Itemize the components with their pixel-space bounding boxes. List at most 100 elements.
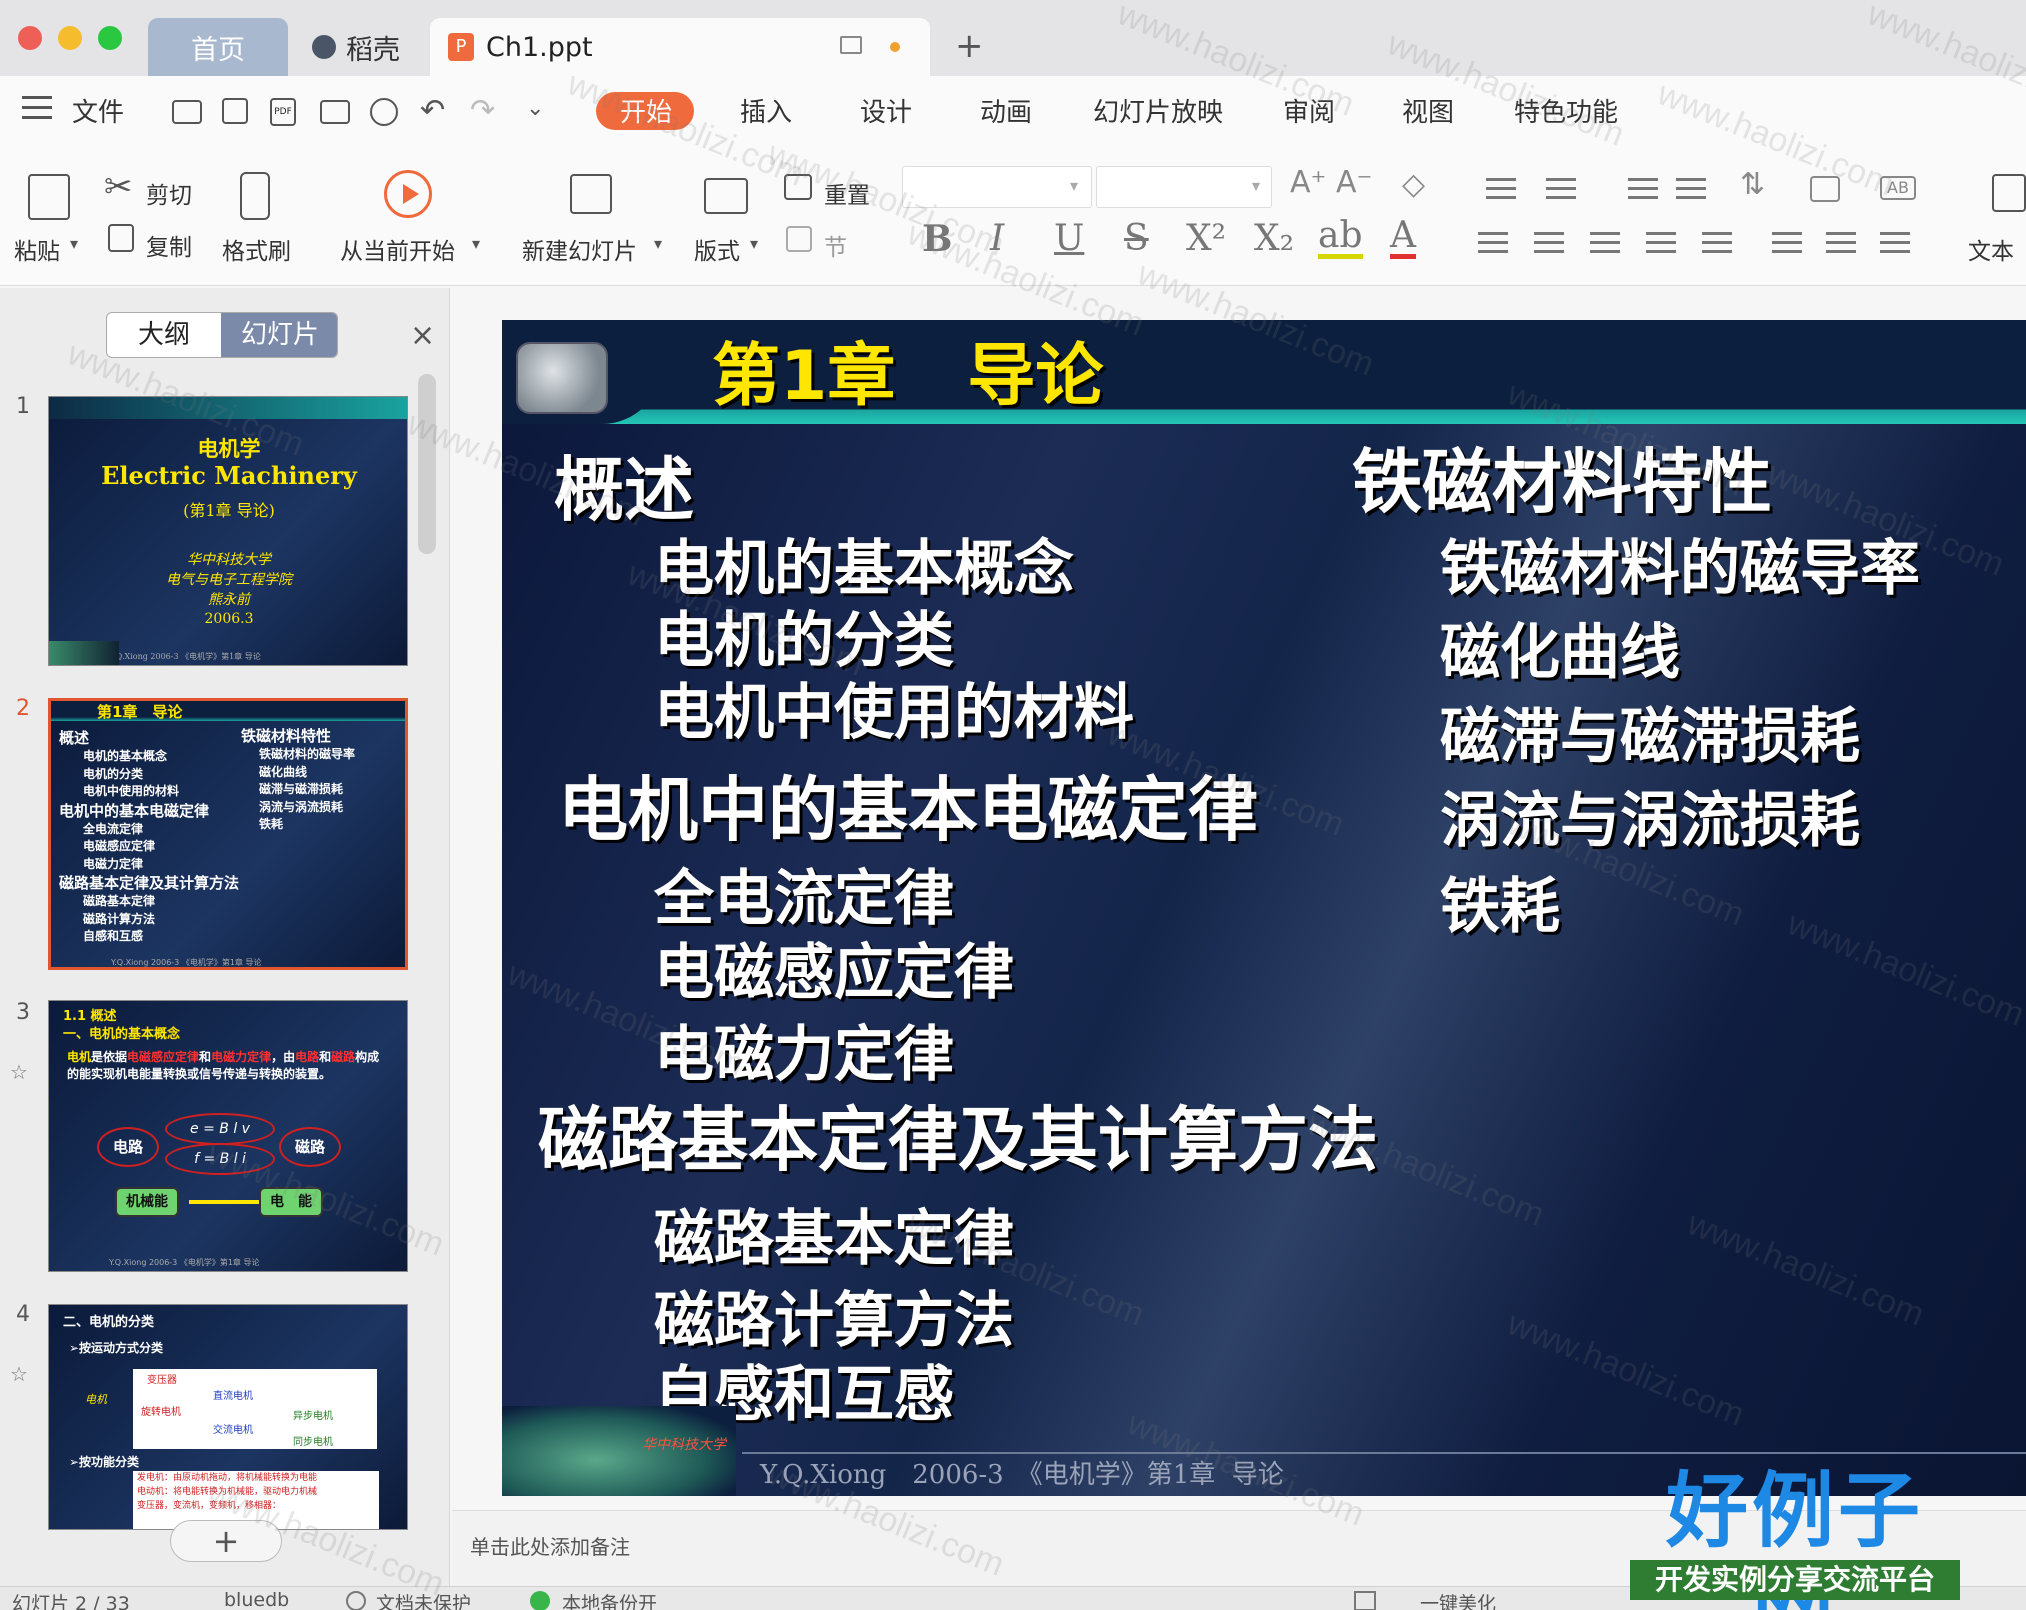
increase-font-icon[interactable]: A⁺ — [1290, 168, 1326, 198]
numbered-list-icon[interactable] — [1546, 178, 1576, 204]
text-box-button[interactable]: 文本 — [1968, 232, 2014, 266]
tab-slides[interactable]: 幻灯片 — [221, 313, 337, 357]
paste-icon[interactable] — [28, 174, 70, 220]
print-icon[interactable] — [320, 100, 350, 124]
new-slide-icon[interactable] — [570, 174, 612, 214]
panel-scrollbar[interactable] — [418, 374, 436, 554]
layout-button[interactable]: 版式 — [694, 232, 740, 266]
font-size-select[interactable] — [1096, 166, 1272, 208]
column-spacing-icon[interactable] — [1880, 232, 1910, 258]
paragraph-spacing-icon[interactable] — [1826, 232, 1856, 258]
section-icon[interactable] — [786, 226, 812, 252]
thumb2-outline-item: 铁磁材料的磁导率 — [259, 747, 356, 761]
paste-button[interactable]: 粘贴 — [14, 232, 60, 266]
thumb3-magnetic-oval: 磁路 — [279, 1127, 341, 1167]
section-button[interactable]: 节 — [824, 228, 847, 262]
new-slide-button[interactable]: 新建幻灯片 — [522, 232, 637, 266]
brand-logo: 好例子网 — [1665, 1464, 1924, 1610]
superscript-icon[interactable]: X² — [1186, 218, 1226, 259]
slide-canvas[interactable]: 第1章 导论 概述 电机的基本概念 电机的分类 电机中使用的材料 电机中的基本电磁定律 全电… — [502, 320, 2026, 1496]
slide-thumbnail-1[interactable]: 电机学 Electric Machinery (第1章 导论) 华中科技大学 电… — [48, 396, 408, 666]
new-slide-dropdown-icon[interactable]: ▾ — [654, 236, 662, 252]
tab-daoke[interactable]: 稻壳 — [296, 18, 416, 76]
align-right-icon[interactable] — [1590, 232, 1620, 258]
scissors-icon[interactable]: ✂ — [104, 170, 133, 204]
bold-icon[interactable]: B — [922, 218, 952, 260]
menu-item-slideshow[interactable]: 幻灯片放映 — [1093, 92, 1223, 129]
layout-dropdown-icon[interactable]: ▾ — [750, 236, 758, 252]
decrease-indent-icon[interactable] — [1628, 178, 1658, 204]
font-color-icon[interactable]: A — [1390, 218, 1416, 259]
play-from-current-button[interactable]: 从当前开始 — [340, 232, 455, 266]
align-center-icon[interactable] — [1534, 232, 1564, 258]
print-preview-icon[interactable] — [370, 98, 398, 126]
zoom-window-button[interactable] — [98, 26, 122, 50]
menu-item-view[interactable]: 视图 — [1402, 92, 1454, 129]
bullet-list-icon[interactable] — [1486, 178, 1516, 204]
format-painter-icon[interactable] — [240, 172, 270, 220]
line-spacing-icon[interactable] — [1772, 232, 1802, 258]
italic-icon[interactable]: I — [990, 218, 1004, 259]
increase-indent-icon[interactable] — [1676, 178, 1706, 204]
format-painter-button[interactable]: 格式刷 — [222, 232, 291, 266]
menu-item-design[interactable]: 设计 — [860, 92, 912, 129]
status-beautify[interactable]: 一键美化 — [1420, 1589, 1496, 1610]
save-icon[interactable] — [222, 98, 248, 124]
hamburger-menu-icon[interactable] — [22, 96, 52, 120]
status-backup[interactable]: 本地备份开 — [562, 1589, 657, 1610]
add-slide-button[interactable]: + — [170, 1520, 282, 1562]
strikethrough-icon[interactable]: S — [1124, 218, 1149, 259]
sort-icon[interactable]: ⇅ — [1740, 170, 1765, 200]
distribute-icon[interactable] — [1702, 232, 1732, 258]
clear-format-icon[interactable]: ◇ — [1402, 170, 1425, 200]
justify-icon[interactable] — [1646, 232, 1676, 258]
thumb2-outline-item: 磁路基本定律 — [83, 894, 156, 908]
subscript-icon[interactable]: X₂ — [1254, 218, 1294, 259]
thumb2-title: 第1章 导论 — [97, 703, 183, 721]
cut-button[interactable]: 剪切 — [146, 176, 192, 210]
thumb2-outline-item: 电磁力定律 — [83, 856, 144, 871]
thumb4-sync: 同步电机 — [293, 1437, 333, 1448]
menu-item-review[interactable]: 审阅 — [1283, 92, 1335, 129]
thumb4-bullet-1: ➢按运动方式分类 — [69, 1341, 164, 1355]
panel-close-button[interactable]: × — [410, 318, 435, 353]
align-left-icon[interactable] — [1478, 232, 1508, 258]
menu-item-animation[interactable]: 动画 — [980, 92, 1032, 129]
undo-icon[interactable]: ↶ — [420, 96, 445, 126]
menu-item-insert[interactable]: 插入 — [740, 92, 792, 129]
reset-button[interactable]: 重置 — [824, 176, 870, 210]
copy-button[interactable]: 复制 — [146, 228, 192, 262]
daoke-icon — [312, 35, 336, 59]
slide-thumbnail-3[interactable]: 1.1 概述 一、电机的基本概念 电机是依据电磁感应定律和电磁力定律，由电路和磁… — [48, 1000, 408, 1272]
close-window-button[interactable] — [18, 26, 42, 50]
menu-file[interactable]: 文件 — [72, 92, 124, 129]
redo-icon[interactable]: ↷ — [470, 96, 495, 126]
paste-dropdown-icon[interactable]: ▾ — [70, 236, 78, 252]
notes-placeholder[interactable]: 单击此处添加备注 — [470, 1531, 630, 1560]
play-dropdown-icon[interactable]: ▾ — [472, 236, 480, 252]
quick-access-dropdown-icon[interactable]: ⌄ — [526, 98, 544, 120]
open-folder-icon[interactable] — [172, 100, 202, 124]
text-case-icon[interactable]: AB — [1880, 176, 1916, 200]
minimize-window-button[interactable] — [58, 26, 82, 50]
new-tab-button[interactable]: + — [955, 26, 984, 66]
slide-thumbnail-4[interactable]: 二、电机的分类 ➢按运动方式分类 电机 变压器 旋转电机 直流电机 交流电机 异… — [48, 1304, 408, 1530]
reset-icon[interactable] — [784, 174, 812, 200]
font-name-select[interactable] — [902, 166, 1092, 208]
underline-icon[interactable]: U — [1054, 218, 1084, 259]
menu-item-special[interactable]: 特色功能 — [1514, 92, 1618, 129]
play-icon[interactable] — [384, 170, 432, 218]
text-box-icon[interactable] — [1992, 174, 2026, 212]
tab-document[interactable]: P Ch1.ppt — [430, 18, 930, 76]
status-protection[interactable]: 文档未保护 — [376, 1589, 471, 1610]
layout-icon[interactable] — [704, 178, 748, 214]
copy-icon[interactable] — [108, 224, 134, 252]
text-direction-icon[interactable] — [1810, 176, 1840, 202]
highlight-icon[interactable]: ab — [1318, 218, 1363, 259]
decrease-font-icon[interactable]: A⁻ — [1336, 168, 1372, 198]
present-icon[interactable] — [840, 36, 862, 54]
slide-thumbnail-2[interactable]: 第1章 导论 概述 电机的基本概念 电机的分类 电机中使用的材料 电机中的基本电磁定律全… — [48, 698, 408, 970]
tab-outline[interactable]: 大纲 — [107, 313, 221, 357]
export-pdf-icon[interactable]: PDF — [270, 98, 296, 126]
tab-home[interactable]: 首页 — [148, 18, 288, 76]
